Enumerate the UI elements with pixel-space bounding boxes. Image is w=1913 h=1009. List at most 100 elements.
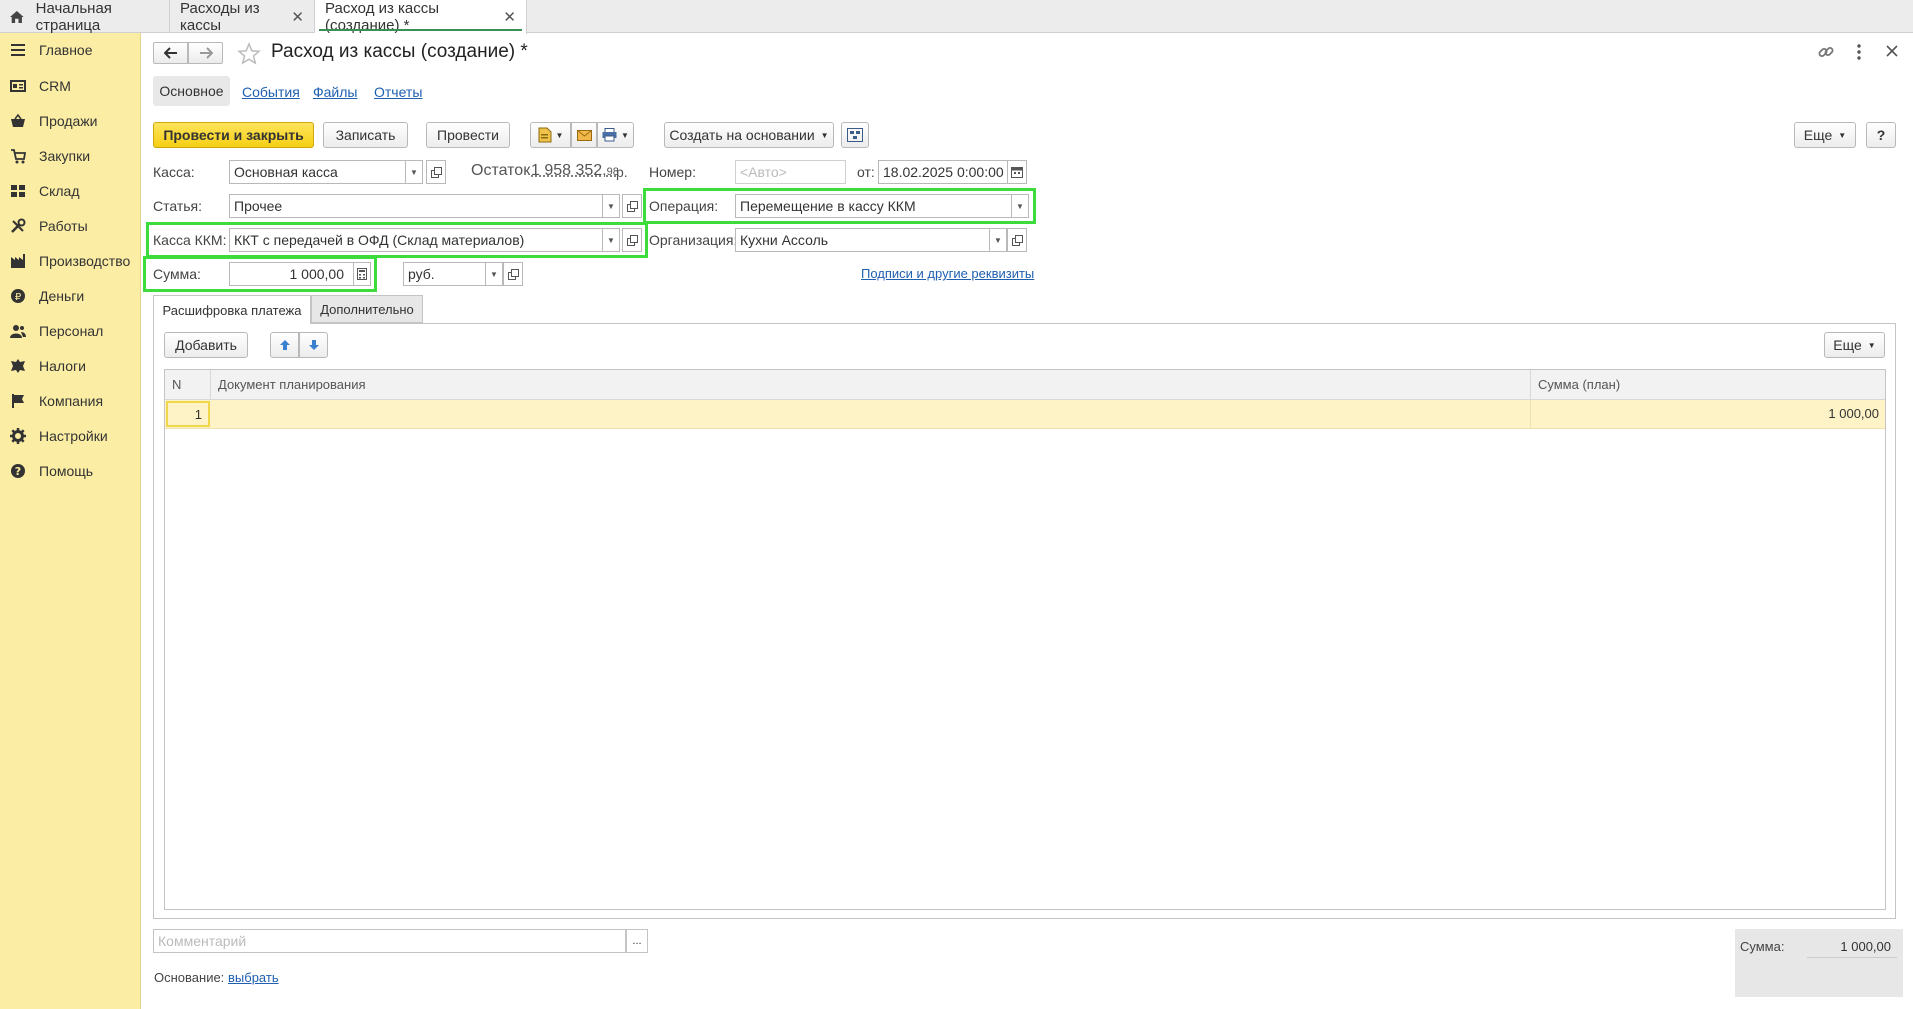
cell-doc[interactable] [211,400,1531,428]
tab-files[interactable]: Файлы [313,84,357,100]
more-vertical-icon[interactable] [1855,43,1863,61]
add-row-button[interactable]: Добавить [164,332,248,358]
kassa-value: Основная касса [234,164,338,180]
currency-open-button[interactable] [503,262,523,286]
favorite-star-icon[interactable] [237,42,261,66]
operacia-value: Перемещение в кассу ККМ [740,198,916,214]
printer-icon [602,128,617,142]
kassa-label: Касса: [153,164,195,180]
col-header-sum[interactable]: Сумма (план) [1531,370,1885,400]
close-icon[interactable]: ✕ [291,8,304,26]
open-window-icon [626,200,638,212]
tab-events[interactable]: События [242,84,300,100]
structure-button[interactable] [841,122,869,148]
chevron-down-icon[interactable]: ▼ [602,228,620,252]
sidebar-item-works[interactable]: Работы [0,211,140,241]
save-button[interactable]: Записать [323,122,408,148]
kkm-select[interactable]: ККТ с передачей в ОФД (Склад материалов)… [229,228,620,252]
operacia-select[interactable]: Перемещение в кассу ККМ ▼ [735,194,1029,218]
payment-panel: Добавить Еще ▼ N Документ планирования С… [153,323,1896,919]
sidebar-item-settings[interactable]: Настройки [0,421,140,451]
help-button[interactable]: ? [1866,122,1896,148]
tab-rashod-create[interactable]: Расход из кассы (создание) * ✕ [315,0,527,34]
col-header-doc[interactable]: Документ планирования [211,370,1531,400]
post-and-close-button[interactable]: Провести и закрыть [153,122,314,148]
signatures-link[interactable]: Подписи и другие реквизиты [861,266,1034,281]
cell-sum[interactable]: 1 000,00 [1531,400,1885,428]
chevron-down-icon[interactable]: ▼ [1011,194,1029,218]
more-button[interactable]: Еще ▼ [1794,122,1856,148]
svg-text:₽: ₽ [15,292,22,303]
sidebar-item-label: Склад [39,183,80,199]
tab-rashody[interactable]: Расходы из кассы ✕ [170,0,315,34]
arrow-left-icon [163,47,177,59]
post-button[interactable]: Провести [426,122,510,148]
back-button[interactable] [153,42,188,64]
sidebar-item-warehouse[interactable]: Склад [0,176,140,206]
attach-doc-button[interactable]: ▼ [530,122,571,148]
close-icon[interactable] [1886,45,1898,57]
link-icon[interactable] [1817,43,1835,61]
sidebar-item-company[interactable]: Компания [0,386,140,416]
tab-additional[interactable]: Дополнительно [311,295,423,323]
create-based-on-button[interactable]: Создать на основании ▼ [664,122,834,148]
col-header-n[interactable]: N [165,370,211,400]
sidebar-item-money[interactable]: ₽ Деньги [0,281,140,311]
move-down-button[interactable] [299,332,328,358]
chevron-down-icon: ▼ [820,130,829,140]
calendar-icon [1011,167,1023,178]
table-row[interactable]: 1 1 000,00 [165,400,1885,429]
sidebar-item-help[interactable]: ? Помощь [0,456,140,486]
chevron-down-icon: ▼ [621,130,629,140]
move-up-button[interactable] [270,332,299,358]
calculator-button[interactable] [353,262,371,286]
sidebar-item-label: Главное [39,42,93,58]
summa-value: 1 000,00 [289,266,345,282]
kassa-select[interactable]: Основная касса ▼ [229,160,423,184]
summa-field[interactable]: 1 000,00 [229,262,371,286]
chevron-down-icon[interactable]: ▼ [989,228,1007,252]
chevron-down-icon[interactable]: ▼ [485,262,503,286]
calendar-button[interactable] [1007,160,1027,184]
sidebar-item-taxes[interactable]: Налоги [0,351,140,381]
comment-input[interactable]: Комментарий [153,929,626,953]
table-more-button[interactable]: Еще ▼ [1824,332,1885,358]
sidebar-item-label: Персонал [39,323,104,339]
osnovanie-link[interactable]: выбрать [228,970,279,985]
emblem-icon [10,358,26,374]
chevron-down-icon[interactable]: ▼ [405,160,423,184]
nomer-label: Номер: [649,164,696,180]
tab-home[interactable]: Начальная страница [0,0,170,34]
currency-select[interactable]: руб. ▼ [403,262,503,286]
comment-expand-button[interactable]: ... [626,929,648,953]
sidebar-item-purchases[interactable]: Закупки [0,141,140,171]
chevron-down-icon: ▼ [555,130,564,140]
date-field[interactable]: 18.02.2025 0:00:00 [878,160,1009,184]
statya-select[interactable]: Прочее ▼ [229,194,620,218]
forward-button[interactable] [188,42,223,64]
sidebar-item-main[interactable]: Главное [0,35,140,65]
kkm-open-button[interactable] [622,228,642,252]
statya-open-button[interactable] [622,194,642,218]
tab-main[interactable]: Основное [153,76,230,106]
nomer-field[interactable]: <Авто> [735,160,846,184]
org-select[interactable]: Кухни Ассоль ▼ [735,228,1007,252]
table-header: N Документ планирования Сумма (план) [165,370,1885,400]
sidebar-item-production[interactable]: Производство [0,246,140,276]
chevron-down-icon[interactable]: ▼ [602,194,620,218]
email-button[interactable] [571,122,597,148]
total-value: 1 000,00 [1840,939,1891,954]
print-button[interactable]: ▼ [597,122,634,148]
sidebar-item-sales[interactable]: Продажи [0,106,140,136]
tab-payment-details[interactable]: Расшифровка платежа [153,295,311,324]
tab-reports[interactable]: Отчеты [374,84,422,100]
org-open-button[interactable] [1007,228,1027,252]
arrow-down-icon [308,340,319,350]
sidebar-item-crm[interactable]: CRM [0,71,140,101]
kassa-open-button[interactable] [426,160,446,184]
chevron-down-icon: ▼ [1867,340,1876,350]
close-icon[interactable]: ✕ [503,8,516,26]
ostatok-value[interactable]: 1 958 352,98 [531,162,619,180]
sidebar-item-staff[interactable]: Персонал [0,316,140,346]
cell-n[interactable]: 1 [166,401,210,427]
